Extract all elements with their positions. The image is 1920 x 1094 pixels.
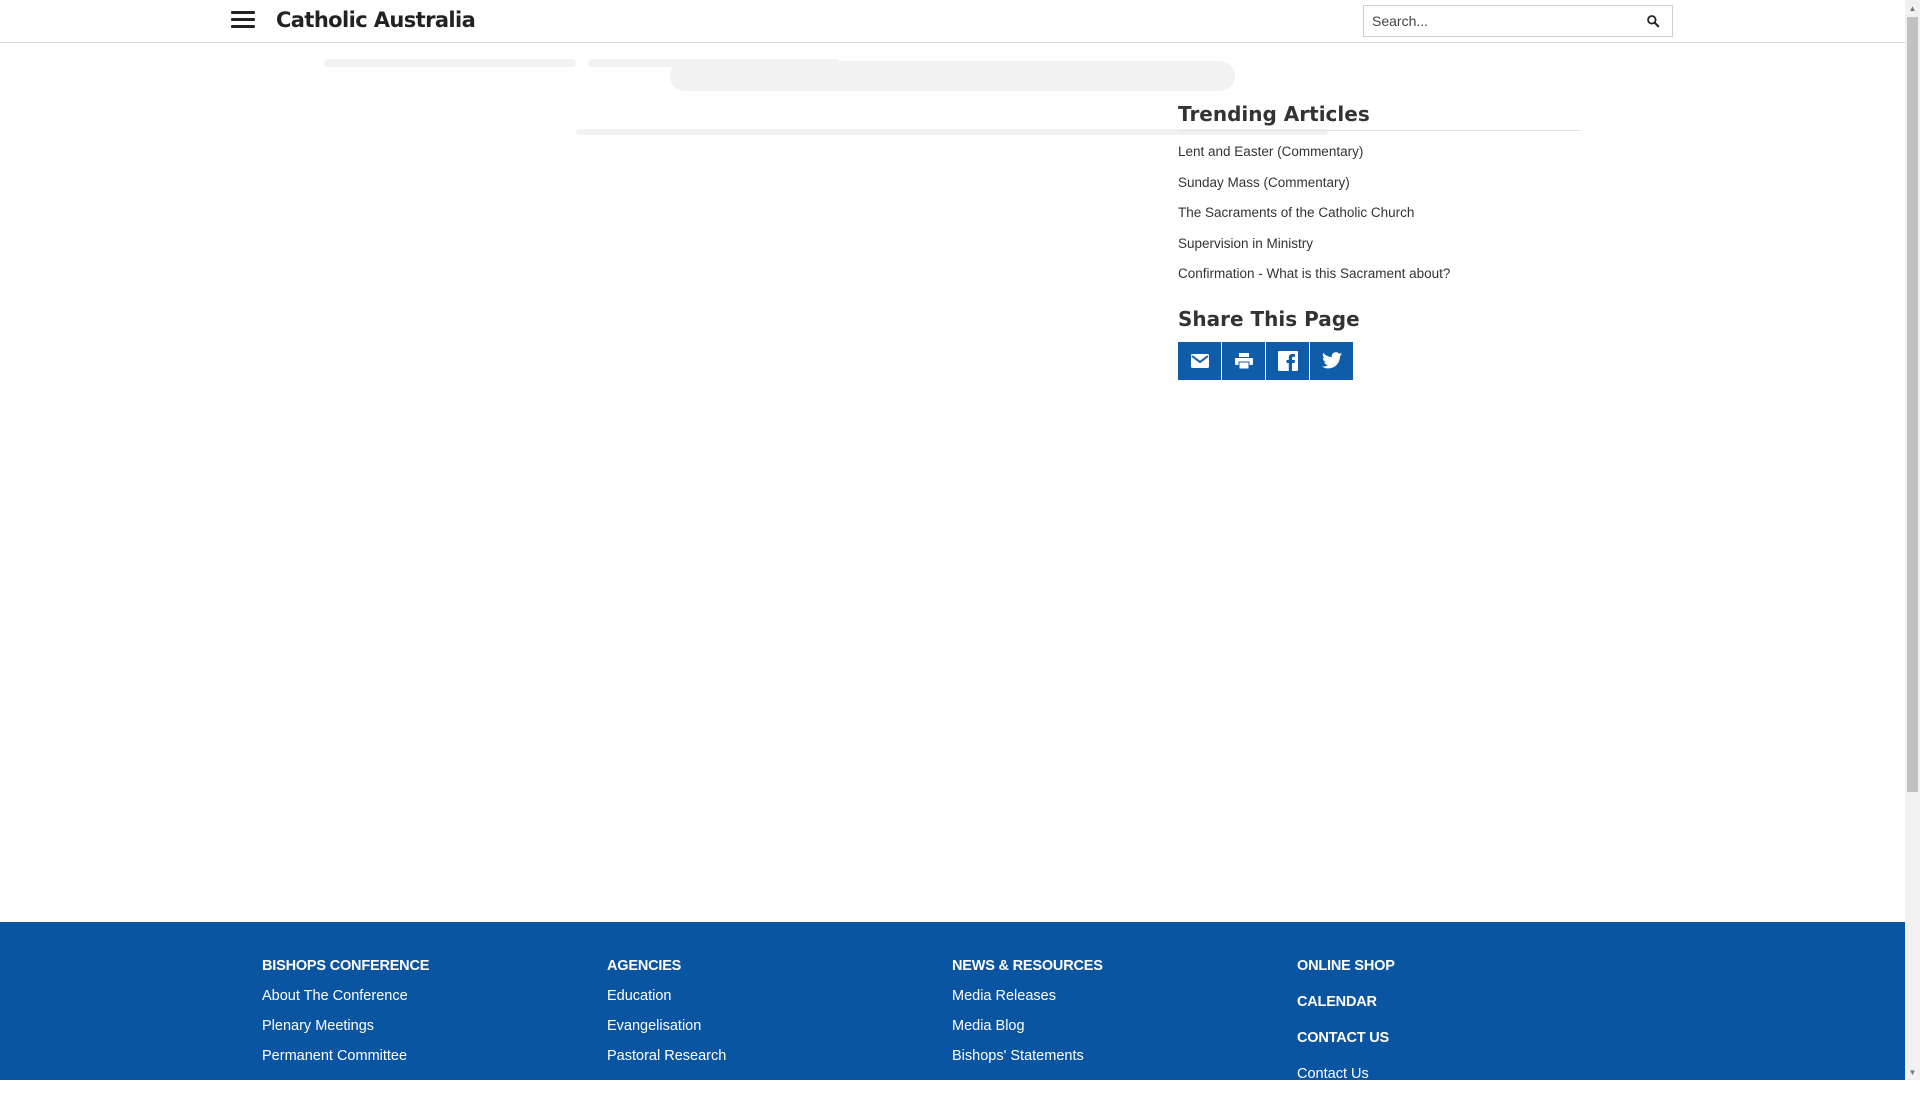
trending-articles-heading: Trending Articles bbox=[1178, 100, 1581, 131]
trending-article-link[interactable]: The Sacraments of the Catholic Church bbox=[1178, 202, 1581, 233]
vertical-scrollbar[interactable]: ▲ ▼ bbox=[1905, 0, 1920, 1080]
facebook-share-button[interactable] bbox=[1266, 341, 1309, 380]
footer-link[interactable]: Media Releases bbox=[952, 986, 1103, 1006]
site-footer: BISHOPS CONFERENCE About The Conference … bbox=[0, 922, 1905, 1082]
footer-link[interactable]: About The Conference bbox=[262, 986, 429, 1006]
search-input[interactable] bbox=[1364, 6, 1634, 36]
footer-link[interactable]: Education bbox=[607, 986, 726, 1006]
email-share-button[interactable] bbox=[1178, 341, 1221, 380]
facebook-icon bbox=[1277, 350, 1298, 371]
footer-column-agencies: AGENCIES Education Evangelisation Pastor… bbox=[607, 956, 726, 1076]
twitter-icon bbox=[1321, 352, 1342, 369]
footer-heading[interactable]: BISHOPS CONFERENCE bbox=[262, 956, 429, 976]
footer-heading[interactable]: NEWS & RESOURCES bbox=[952, 956, 1103, 976]
footer-link[interactable]: Bishops' Statements bbox=[952, 1046, 1103, 1066]
footer-heading-calendar[interactable]: CALENDAR bbox=[1297, 992, 1395, 1012]
share-buttons bbox=[1178, 341, 1581, 380]
search-icon bbox=[1647, 15, 1660, 28]
trending-article-link[interactable]: Lent and Easter (Commentary) bbox=[1178, 141, 1581, 172]
scroll-down-arrow-icon[interactable]: ▼ bbox=[1905, 1064, 1920, 1080]
share-page-heading: Share This Page bbox=[1178, 306, 1360, 331]
footer-link[interactable]: Contact Us bbox=[1297, 1064, 1395, 1084]
site-header: Catholic Australia bbox=[0, 0, 1905, 43]
sidebar: Trending Articles Lent and Easter (Comme… bbox=[1178, 100, 1581, 380]
footer-heading[interactable]: AGENCIES bbox=[607, 956, 726, 976]
search-box bbox=[1363, 5, 1673, 37]
trending-articles-list: Lent and Easter (Commentary) Sunday Mass… bbox=[1178, 141, 1581, 294]
scroll-up-arrow-icon[interactable]: ▲ bbox=[1905, 0, 1920, 16]
footer-link[interactable]: Evangelisation bbox=[607, 1016, 726, 1036]
menu-icon[interactable] bbox=[231, 11, 255, 31]
loading-placeholder bbox=[324, 59, 576, 67]
footer-column-news-resources: NEWS & RESOURCES Media Releases Media Bl… bbox=[952, 956, 1103, 1076]
scrollbar-thumb[interactable] bbox=[1907, 17, 1918, 792]
footer-column-bishops-conference: BISHOPS CONFERENCE About The Conference … bbox=[262, 956, 429, 1076]
search-button[interactable] bbox=[1634, 6, 1672, 36]
site-title[interactable]: Catholic Australia bbox=[276, 6, 476, 34]
footer-link[interactable]: Plenary Meetings bbox=[262, 1016, 429, 1036]
footer-link[interactable]: Permanent Committee bbox=[262, 1046, 429, 1066]
twitter-share-button[interactable] bbox=[1310, 341, 1353, 380]
footer-heading-online-shop[interactable]: ONLINE SHOP bbox=[1297, 956, 1395, 976]
print-icon bbox=[1234, 352, 1253, 369]
footer-heading-contact-us[interactable]: CONTACT US bbox=[1297, 1028, 1395, 1048]
print-share-button[interactable] bbox=[1222, 341, 1265, 380]
trending-article-link[interactable]: Sunday Mass (Commentary) bbox=[1178, 172, 1581, 203]
footer-link[interactable]: Pastoral Research bbox=[607, 1046, 726, 1066]
loading-placeholder bbox=[670, 61, 1235, 91]
footer-column-shop-calendar-contact: ONLINE SHOP CALENDAR CONTACT US Contact … bbox=[1297, 956, 1395, 1094]
email-icon bbox=[1190, 353, 1209, 368]
trending-article-link[interactable]: Supervision in Ministry bbox=[1178, 233, 1581, 264]
footer-link[interactable]: Media Blog bbox=[952, 1016, 1103, 1036]
trending-article-link[interactable]: Confirmation - What is this Sacrament ab… bbox=[1178, 263, 1581, 294]
